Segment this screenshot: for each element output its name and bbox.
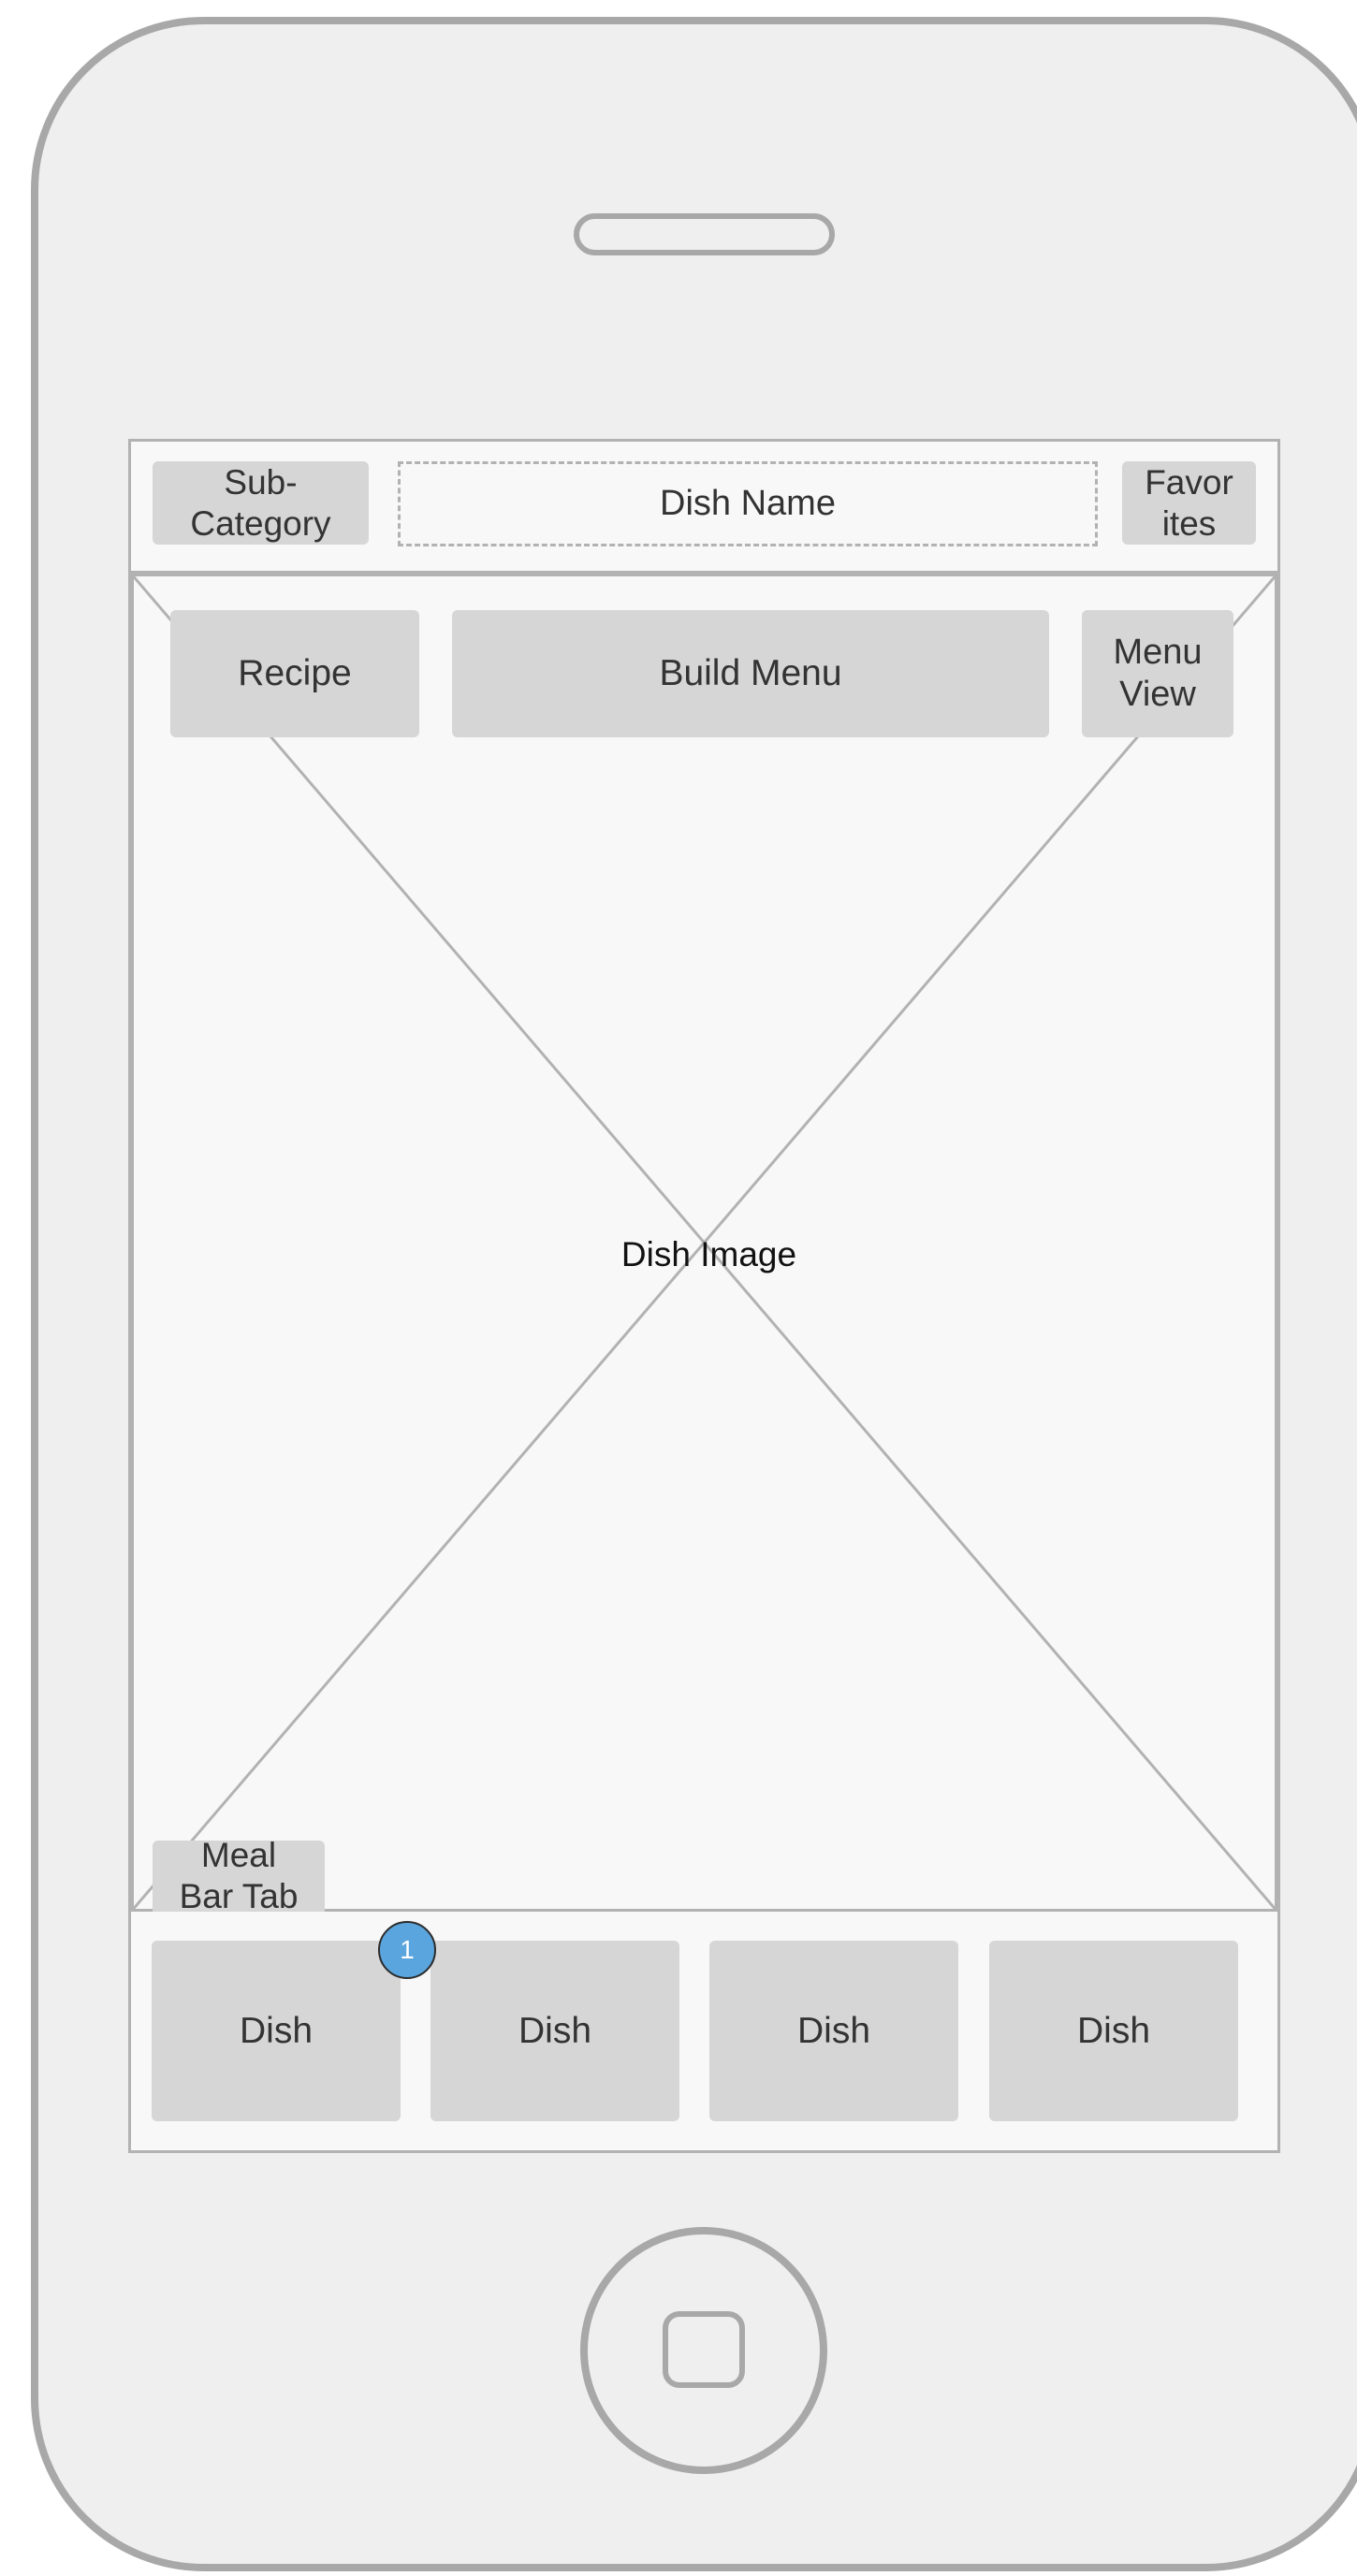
home-square-icon	[663, 2311, 745, 2388]
menu-view-button[interactable]: Menu View	[1082, 610, 1233, 737]
notification-badge: 1	[378, 1921, 436, 1979]
sub-category-button[interactable]: Sub- Category	[153, 461, 369, 545]
dish-tile-3[interactable]: Dish	[709, 1941, 958, 2121]
dish-tile-1[interactable]: Dish	[152, 1941, 401, 2121]
recipe-button[interactable]: Recipe	[170, 610, 419, 737]
build-menu-button[interactable]: Build Menu	[452, 610, 1049, 737]
dish-tile-2[interactable]: Dish	[430, 1941, 679, 2121]
speaker-slot	[574, 213, 835, 255]
dish-name-field[interactable]: Dish Name	[398, 461, 1098, 546]
dish-tile-4[interactable]: Dish	[989, 1941, 1238, 2121]
dish-image-label: Dish Image	[620, 1235, 797, 1273]
favorites-button[interactable]: Favor ites	[1122, 461, 1256, 545]
meal-bar-tab[interactable]: Meal Bar Tab	[153, 1836, 325, 1915]
